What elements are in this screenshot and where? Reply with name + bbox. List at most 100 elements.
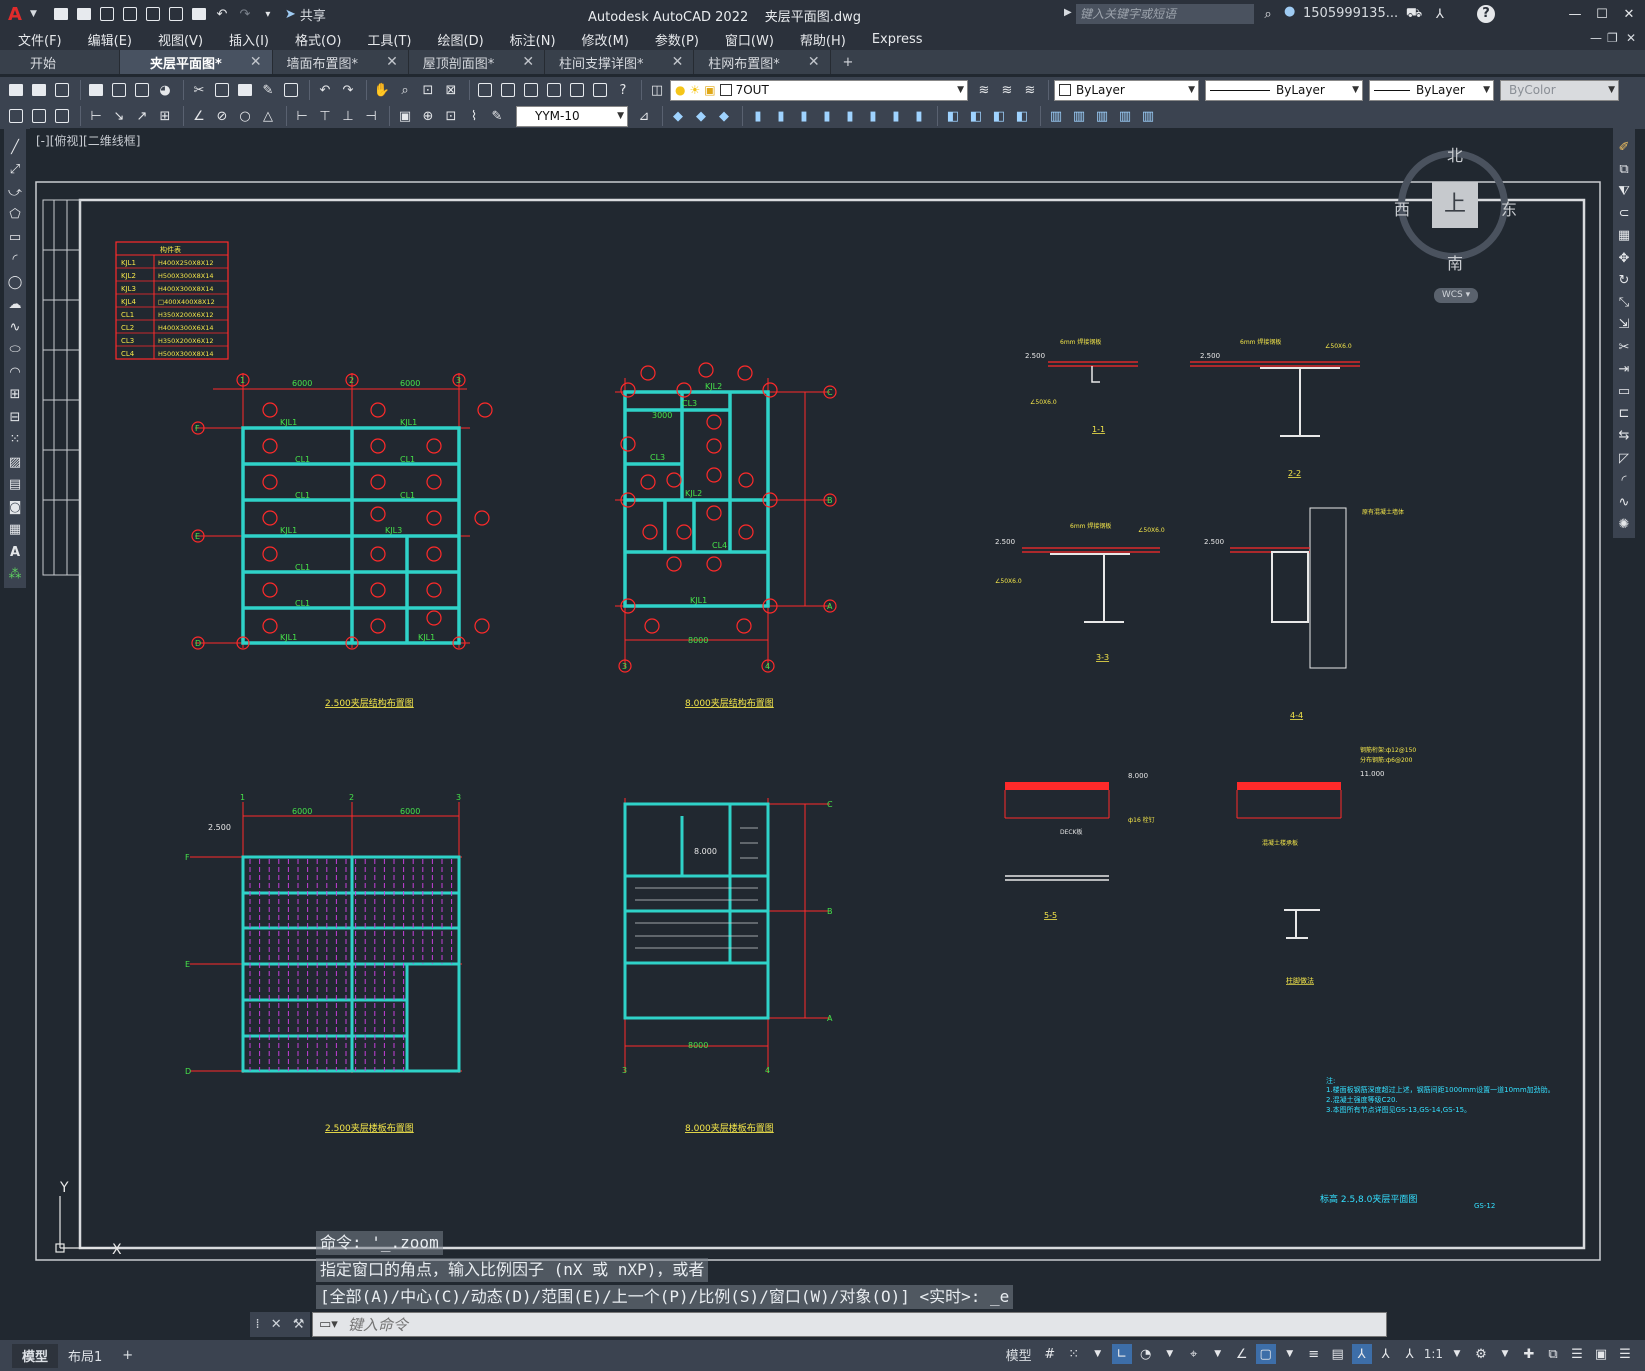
command-line[interactable]: ▭▾ (312, 1312, 1387, 1337)
chevron-down-icon[interactable]: ▼ (1447, 1344, 1467, 1364)
osnap-icon[interactable]: ▢ (1255, 1344, 1276, 1364)
markup-icon[interactable] (567, 80, 587, 100)
doc-minimize-icon[interactable]: — (1590, 31, 1602, 45)
dim-circle-icon[interactable]: ○ (235, 106, 255, 126)
snap-icon[interactable]: ⁙ (1064, 1344, 1084, 1364)
help-button[interactable]: ? (1477, 5, 1495, 23)
close-tab-icon[interactable]: ✕ (522, 54, 534, 70)
block-editor-icon[interactable] (281, 80, 301, 100)
blend-icon[interactable]: ∿ (1614, 494, 1634, 512)
menu-format[interactable]: 格式(O) (295, 30, 341, 49)
annotation-scale[interactable]: 1:1 (1424, 1347, 1443, 1361)
save-as-icon[interactable] (120, 4, 140, 24)
trim-icon[interactable]: ✂ (1614, 338, 1634, 356)
hatch-icon[interactable]: ▨ (5, 453, 25, 472)
save-icon[interactable] (97, 4, 117, 24)
tab-column-grid[interactable]: 柱网布置图* ✕ (694, 50, 831, 74)
dim-jogged-icon[interactable]: ↗ (132, 106, 152, 126)
close-tab-icon[interactable]: ✕ (250, 54, 262, 70)
close-tab-icon[interactable]: ✕ (808, 54, 820, 70)
color-face-icon[interactable]: ▮ (909, 106, 929, 126)
menu-view[interactable]: 视图(V) (158, 30, 203, 49)
taper-face-icon[interactable]: ▮ (863, 106, 883, 126)
copy-face-icon[interactable]: ▮ (886, 106, 906, 126)
drawing-viewport[interactable]: [-][俯视][二维线框] 构件表 KJL1 H400X250X8X12 KJL2 H… (30, 128, 1613, 1294)
viewcube-west[interactable]: 西 (1394, 196, 1410, 220)
chevron-down-icon[interactable]: ▼ (1088, 1344, 1108, 1364)
polygon-icon[interactable]: ⬠ (5, 206, 25, 225)
tab-mezzanine-plan[interactable]: 夹层平面图* ✕ (120, 50, 273, 74)
menu-insert[interactable]: 插入(I) (229, 30, 269, 49)
dim-edit-icon[interactable]: ✎ (487, 106, 507, 126)
color-dropdown[interactable]: ByLayer ▼ (1054, 79, 1199, 101)
continue-dim-icon[interactable]: ⊥ (338, 106, 358, 126)
redo-icon[interactable]: ↷ (235, 4, 255, 24)
mirror-icon[interactable]: ⧨ (1614, 182, 1634, 200)
separate-icon[interactable]: ◧ (966, 106, 986, 126)
lineweight-icon[interactable]: ≡ (1304, 1344, 1324, 1364)
dim-arc-icon[interactable] (52, 106, 72, 126)
baseline-dim-icon[interactable]: ⊤ (315, 106, 335, 126)
center-mark-icon[interactable]: ⊕ (418, 106, 438, 126)
search-icon[interactable]: ⌕ (1258, 4, 1278, 24)
imprint-icon[interactable]: ◧ (943, 106, 963, 126)
grid-icon[interactable]: # (1040, 1344, 1060, 1364)
3d-dwf-icon[interactable]: ◕ (155, 80, 175, 100)
zoom-window-icon[interactable]: ⊡ (418, 80, 438, 100)
tab-bracing-detail[interactable]: 柱间支撑详图* ✕ (545, 50, 695, 74)
lineweight-dropdown[interactable]: ByLayer ▼ (1369, 79, 1494, 101)
tolerance-icon[interactable]: ▣ (395, 106, 415, 126)
autoscale-icon[interactable]: ⅄ (1376, 1344, 1396, 1364)
match-properties-icon[interactable]: ✎ (258, 80, 278, 100)
polar-icon[interactable]: ◔ (1136, 1344, 1156, 1364)
inspect-icon[interactable]: ⊡ (441, 106, 461, 126)
new-file-icon[interactable] (51, 4, 71, 24)
make-current-layer-icon[interactable]: ≋ (974, 80, 994, 100)
menu-edit[interactable]: 编辑(E) (88, 30, 132, 49)
wcs-menu[interactable]: WCS ▾ (1434, 288, 1478, 303)
transparency-icon[interactable]: ▤ (1328, 1344, 1348, 1364)
menu-draw[interactable]: 绘图(D) (438, 30, 484, 49)
extrude-icon[interactable]: ▮ (748, 106, 768, 126)
design-center-icon[interactable] (498, 80, 518, 100)
qnew-icon[interactable] (6, 80, 26, 100)
chevron-down-icon[interactable]: ▼ (30, 9, 37, 19)
open-icon[interactable] (29, 80, 49, 100)
publish-icon[interactable] (132, 80, 152, 100)
dim-angle2-icon[interactable]: △ (258, 106, 278, 126)
circle-icon[interactable]: ◯ (5, 273, 25, 292)
clean-screen-icon[interactable]: ▣ (1591, 1344, 1611, 1364)
menu-modify[interactable]: 修改(M) (582, 30, 629, 49)
save-icon[interactable] (52, 80, 72, 100)
ellipse-arc-icon[interactable]: ◠ (5, 363, 25, 382)
jogged-linear-icon[interactable]: ⌇ (464, 106, 484, 126)
dim-ordinate-icon[interactable]: ⊢ (86, 106, 106, 126)
rectangle-icon[interactable]: ▭ (5, 228, 25, 247)
scale-icon[interactable]: ⤡ (1614, 294, 1634, 312)
dim-angular-icon[interactable]: ∠ (189, 106, 209, 126)
revcloud-icon[interactable]: ☁ (5, 296, 25, 315)
point-icon[interactable]: ⁙ (5, 431, 25, 450)
properties-icon[interactable] (475, 80, 495, 100)
help-icon[interactable]: ? (613, 80, 633, 100)
dim-style-dropdown[interactable]: YYM-10 ▼ (516, 105, 628, 127)
close-icon[interactable]: ✕ (1619, 4, 1639, 24)
command-input[interactable] (347, 1315, 1248, 1334)
layer-previous-icon[interactable]: ≋ (997, 80, 1017, 100)
calculator-icon[interactable] (590, 80, 610, 100)
break-icon[interactable]: ⊏ (1614, 405, 1634, 423)
minimize-icon[interactable]: — (1565, 4, 1585, 24)
sheet-set-icon[interactable] (544, 80, 564, 100)
tab-roof-section[interactable]: 屋顶剖面图* ✕ (408, 50, 546, 74)
chevron-down-icon[interactable]: ▼ (1208, 1344, 1228, 1364)
autodesk-app-icon[interactable]: ⅄ (1430, 4, 1450, 24)
tab-model[interactable]: 模型 (12, 1343, 59, 1368)
spline-icon[interactable]: ∿ (5, 318, 25, 337)
offset-icon[interactable]: ⊂ (1614, 205, 1634, 223)
undo-icon[interactable]: ↶ (315, 80, 335, 100)
menu-express[interactable]: Express (872, 32, 923, 47)
isodraft-icon[interactable]: ⌖ (1184, 1344, 1204, 1364)
customize-icon[interactable]: ☰ (1615, 1344, 1635, 1364)
dim-diameter-icon[interactable]: ⊘ (212, 106, 232, 126)
cart-icon[interactable]: ⛟ (1404, 4, 1424, 24)
